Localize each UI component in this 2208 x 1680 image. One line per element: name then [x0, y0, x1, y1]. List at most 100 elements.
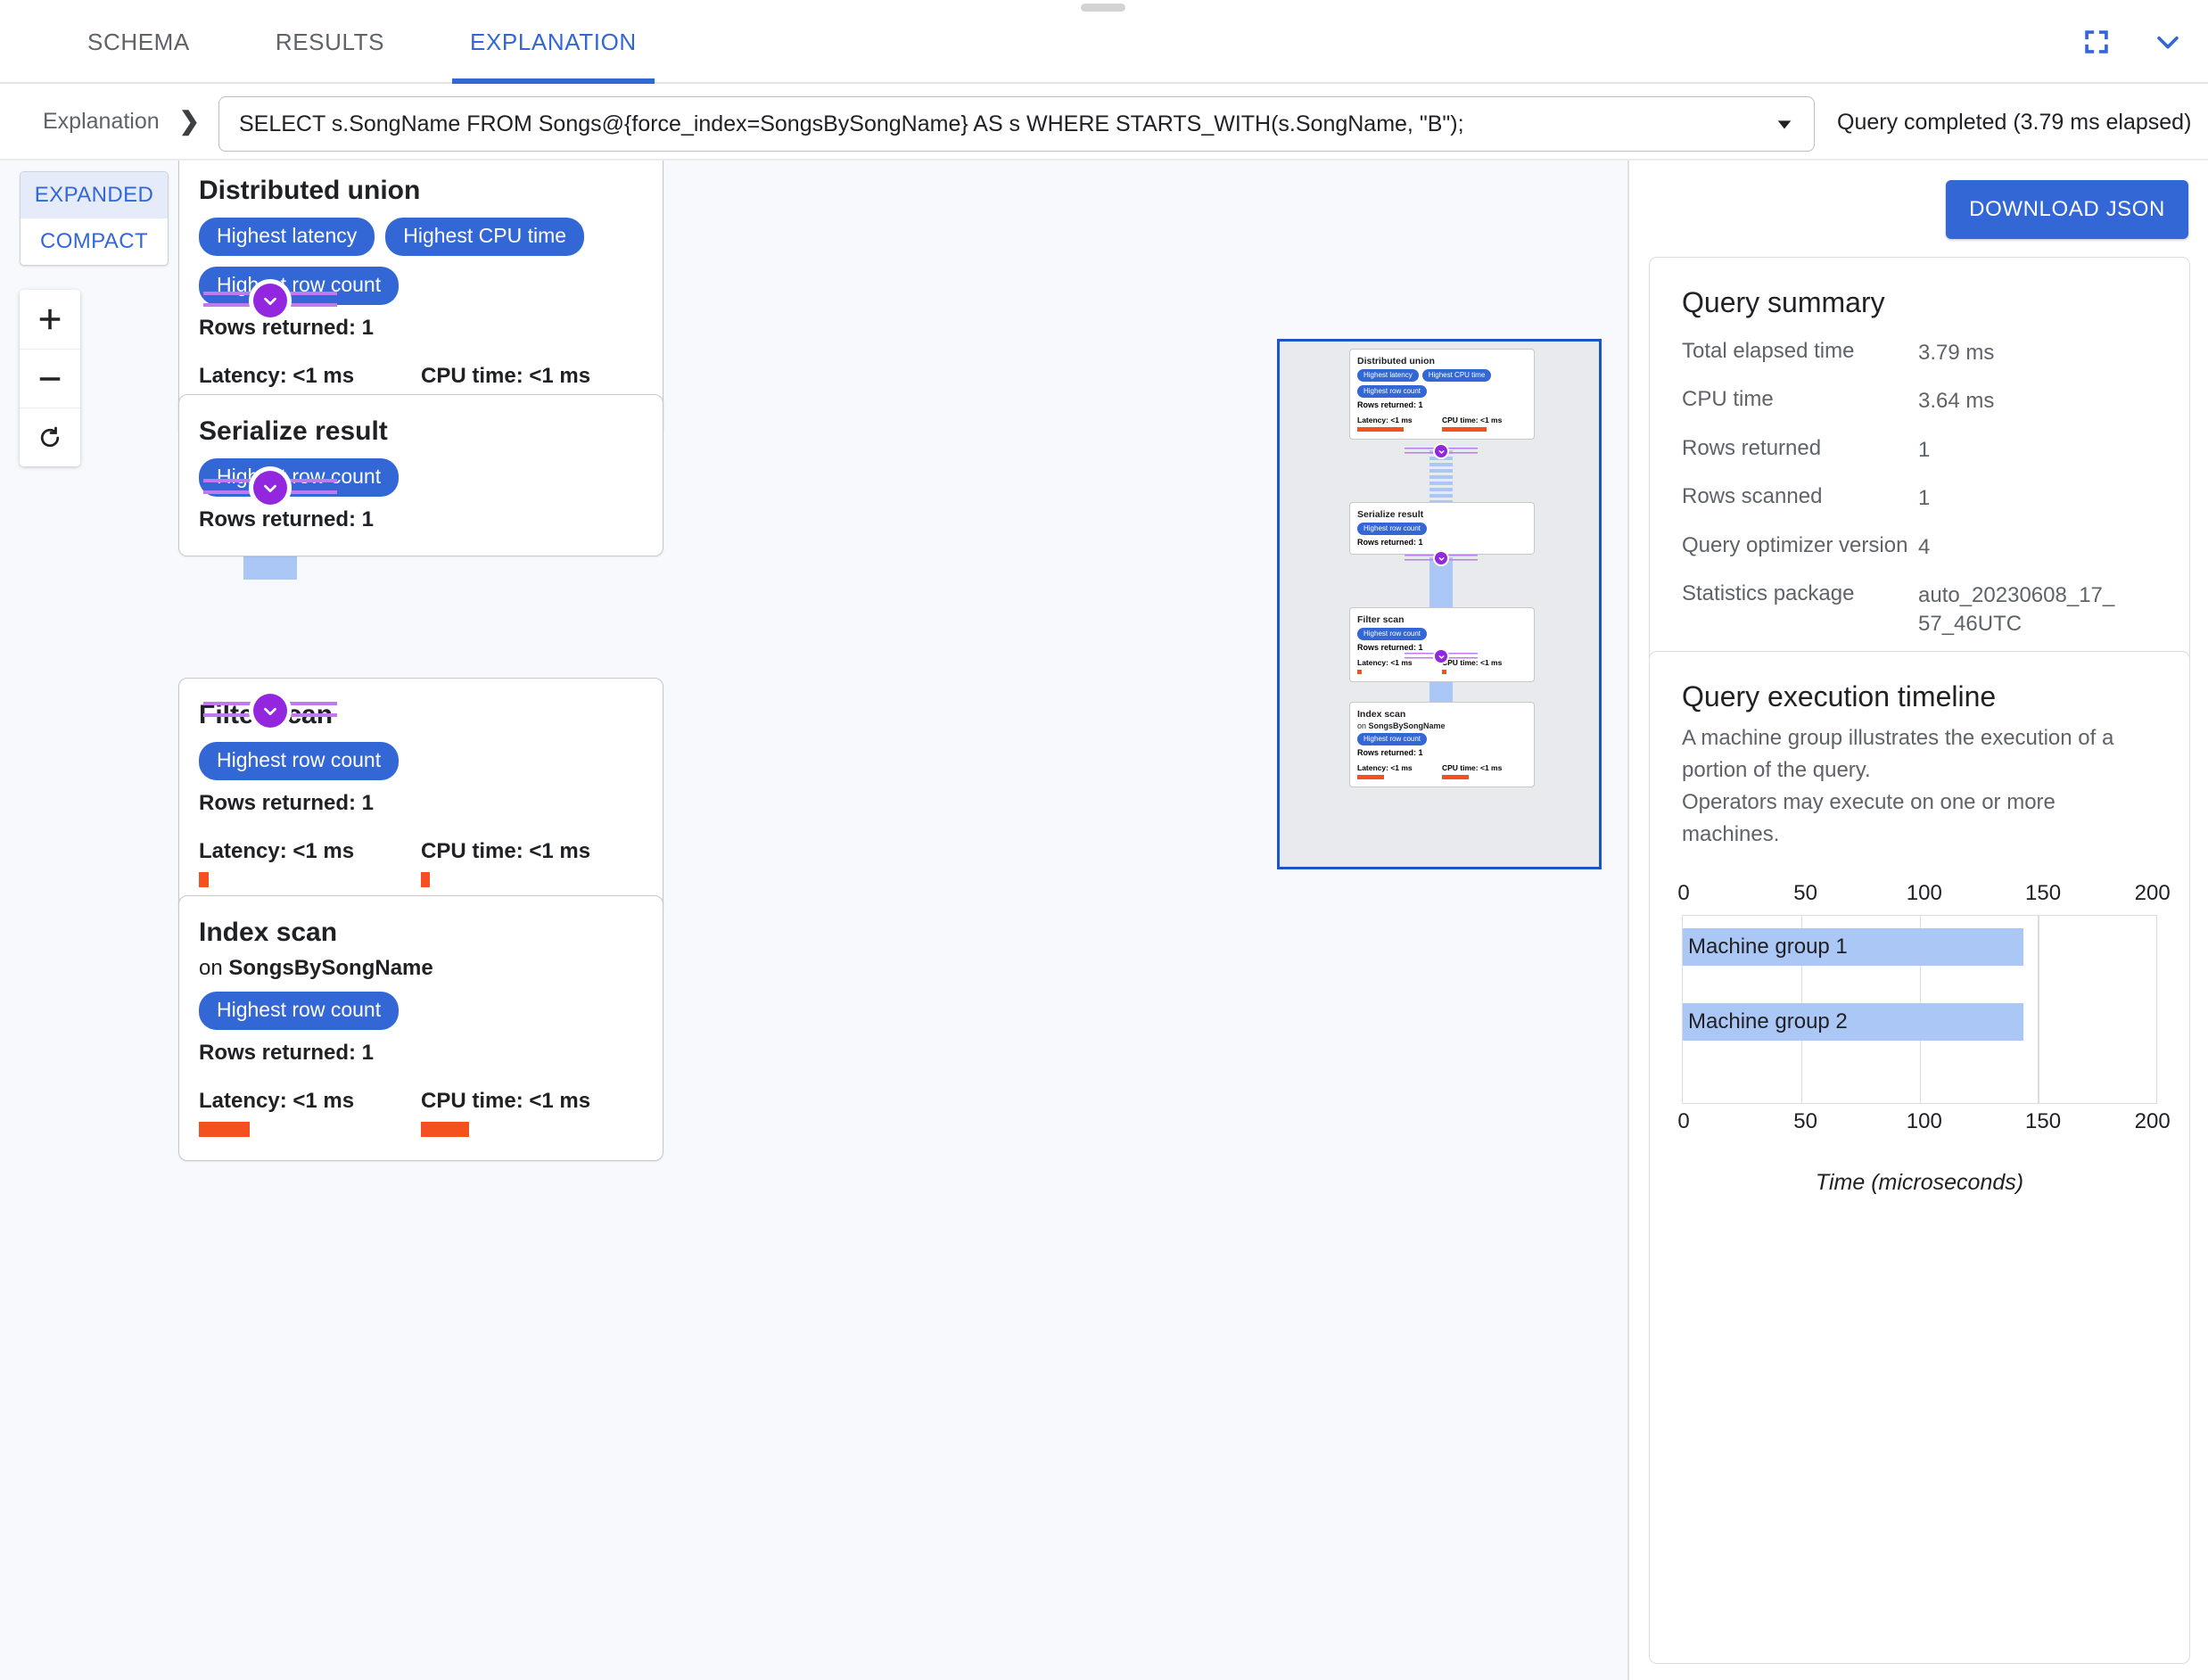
view-mode-compact[interactable]: COMPACT: [21, 218, 168, 265]
zoom-out-button[interactable]: [20, 349, 80, 408]
summary-value: 3.64 ms: [1918, 389, 1995, 414]
node-subtitle-prefix: on: [199, 955, 229, 980]
edge-collapse-toggle-2[interactable]: [253, 471, 287, 505]
node-rows-returned: Rows returned: 1: [199, 1040, 375, 1065]
minimap-node-chips: Highest latency Highest CPU time Highest…: [1357, 369, 1527, 398]
node-chips: Highest row count: [199, 741, 643, 780]
summary-row-rows-returned: Rows returned 1: [1682, 436, 2157, 465]
view-mode-expanded[interactable]: EXPANDED: [21, 172, 168, 218]
chevron-down-icon[interactable]: [1775, 114, 1794, 134]
chip-highest-row-count: Highest row count: [1357, 628, 1428, 640]
zoom-in-button[interactable]: [20, 290, 80, 349]
node-title: Distributed union: [199, 176, 421, 205]
tab-explanation-label: EXPLANATION: [470, 28, 637, 55]
query-select[interactable]: SELECT s.SongName FROM Songs@{force_inde…: [218, 96, 1815, 152]
minimap-latency-bar: [1357, 427, 1404, 432]
graph-minimap[interactable]: Distributed union Highest latency Highes…: [1277, 339, 1602, 869]
minimap-cpu-metric: CPU time: <1 ms: [1442, 416, 1527, 432]
minimap-edge-toggle-2[interactable]: [1435, 552, 1447, 564]
edge-collapse-toggle-1[interactable]: [253, 284, 287, 317]
edge-collapse-toggle-3[interactable]: [253, 694, 287, 728]
summary-value: auto_20230608_17_57_46UTC: [1918, 582, 2115, 637]
summary-key: CPU time: [1682, 387, 1774, 412]
graph-node-index-scan[interactable]: Index scan on SongsBySongName Highest ro…: [178, 895, 663, 1161]
timeline-description-1: A machine group illustrates the executio…: [1682, 726, 2114, 782]
minimap-latency-bar: [1357, 670, 1362, 674]
node-title: Index scan: [199, 918, 338, 947]
minimap-subtitle-prefix: on: [1357, 721, 1369, 730]
tab-bar: SCHEMA RESULTS EXPLANATION: [0, 0, 2208, 84]
download-json-row: DOWNLOAD JSON: [1946, 180, 2188, 239]
summary-key: Rows scanned: [1682, 484, 1823, 509]
chip-highest-cpu-time[interactable]: Highest CPU time: [385, 217, 585, 256]
axis-tick-top-200: 200: [2134, 881, 2171, 905]
breadcrumb-label: Explanation: [43, 108, 160, 134]
axis-tick-top-150: 150: [2025, 881, 2062, 905]
drag-handle[interactable]: [1081, 4, 1125, 12]
chip-highest-row-count[interactable]: Highest row count: [199, 741, 400, 780]
minimap-node-chips: Highest row count: [1357, 628, 1527, 640]
timeline-chart: 0 50 100 150 200 Machine group 1 Machine…: [1677, 881, 2170, 1196]
summary-value: 1: [1918, 437, 1931, 462]
chevron-down-icon[interactable]: [2147, 21, 2188, 62]
minimap-node-distributed-union: Distributed union Highest latency Highes…: [1349, 349, 1535, 440]
minimap-node-rows: Rows returned: 1: [1357, 400, 1423, 409]
node-subtitle: on SongsBySongName: [199, 956, 643, 981]
timeline-bar-machine-group-2[interactable]: Machine group 2: [1683, 1003, 2024, 1041]
summary-key: Rows returned: [1682, 435, 1822, 460]
minimap-node-title: Index scan: [1357, 709, 1406, 720]
fullscreen-icon[interactable]: [2076, 21, 2117, 62]
summary-value: 1: [1918, 486, 1931, 511]
execution-graph-canvas[interactable]: EXPANDED COMPACT Distributed union Highe…: [0, 161, 1629, 1680]
minimap-edge-toggle-1[interactable]: [1435, 445, 1447, 457]
chip-highest-cpu-time: Highest CPU time: [1421, 369, 1492, 382]
chip-highest-row-count: Highest row count: [1357, 733, 1428, 745]
node-latency-bar: [199, 1121, 250, 1137]
minimap-node-subtitle: on SongsBySongName: [1357, 721, 1527, 730]
minimap-latency-label: Latency: <1 ms: [1357, 763, 1413, 772]
chip-highest-latency[interactable]: Highest latency: [199, 217, 375, 256]
axis-tick-bottom-50: 50: [1793, 1109, 1817, 1133]
node-rows-returned: Rows returned: 1: [199, 506, 375, 531]
summary-key: Statistics package: [1682, 581, 1855, 605]
node-cpu-bar: [421, 871, 430, 887]
header-actions: [2076, 0, 2188, 84]
minimap-cpu-label: CPU time: <1 ms: [1442, 763, 1503, 772]
download-json-button[interactable]: DOWNLOAD JSON: [1946, 180, 2188, 239]
minimap-node-metrics: Latency: <1 ms CPU time: <1 ms: [1357, 416, 1527, 432]
minimap-node-rows: Rows returned: 1: [1357, 538, 1423, 547]
minimap-edge-toggle-3[interactable]: [1435, 650, 1447, 663]
axis-tick-bottom-150: 150: [2025, 1109, 2062, 1133]
reset-zoom-button[interactable]: [20, 408, 80, 466]
node-subtitle-value: SongsBySongName: [228, 955, 433, 980]
timeline-bar-machine-group-1[interactable]: Machine group 1: [1683, 928, 2024, 966]
timeline-axis-top: 0 50 100 150 200: [1677, 881, 2170, 911]
chip-highest-row-count: Highest row count: [1357, 385, 1428, 398]
minimap-latency-label: Latency: <1 ms: [1357, 416, 1413, 424]
minimap-cpu-label: CPU time: <1 ms: [1442, 416, 1503, 424]
query-bar: Explanation ❯ SELECT s.SongName FROM Son…: [0, 84, 2208, 161]
node-cpu-metric: CPU time: <1 ms: [421, 839, 643, 887]
tab-schema-label: SCHEMA: [87, 28, 190, 55]
axis-tick-top-100: 100: [1906, 881, 1942, 905]
summary-value: 4: [1918, 534, 1931, 559]
minimap-cpu-metric: CPU time: <1 ms: [1442, 763, 1527, 779]
node-cpu-label: CPU time: <1 ms: [421, 1088, 591, 1113]
node-cpu-label: CPU time: <1 ms: [421, 363, 591, 388]
summary-row-total-elapsed-time: Total elapsed time 3.79 ms: [1682, 339, 2157, 367]
node-latency-metric: Latency: <1 ms: [199, 1089, 421, 1137]
minimap-edge-1: [1429, 450, 1453, 502]
node-metrics: Latency: <1 ms CPU time: <1 ms: [199, 839, 643, 887]
node-latency-label: Latency: <1 ms: [199, 1088, 355, 1113]
breadcrumb-chevron-icon: ❯: [178, 107, 201, 135]
tab-results[interactable]: RESULTS: [268, 0, 391, 84]
timeline-title: Query execution timeline: [1682, 680, 1997, 712]
chip-highest-row-count[interactable]: Highest row count: [199, 991, 400, 1030]
minimap-edge-2: [1429, 557, 1453, 607]
summary-row-statistics-package: Statistics package auto_20230608_17_57_4…: [1682, 581, 2157, 639]
main-region: EXPANDED COMPACT Distributed union Highe…: [0, 161, 2208, 1680]
query-summary-title: Query summary: [1682, 286, 1885, 318]
chip-highest-latency: Highest latency: [1357, 369, 1419, 382]
tab-schema[interactable]: SCHEMA: [80, 0, 197, 84]
tab-explanation[interactable]: EXPLANATION: [452, 0, 655, 84]
